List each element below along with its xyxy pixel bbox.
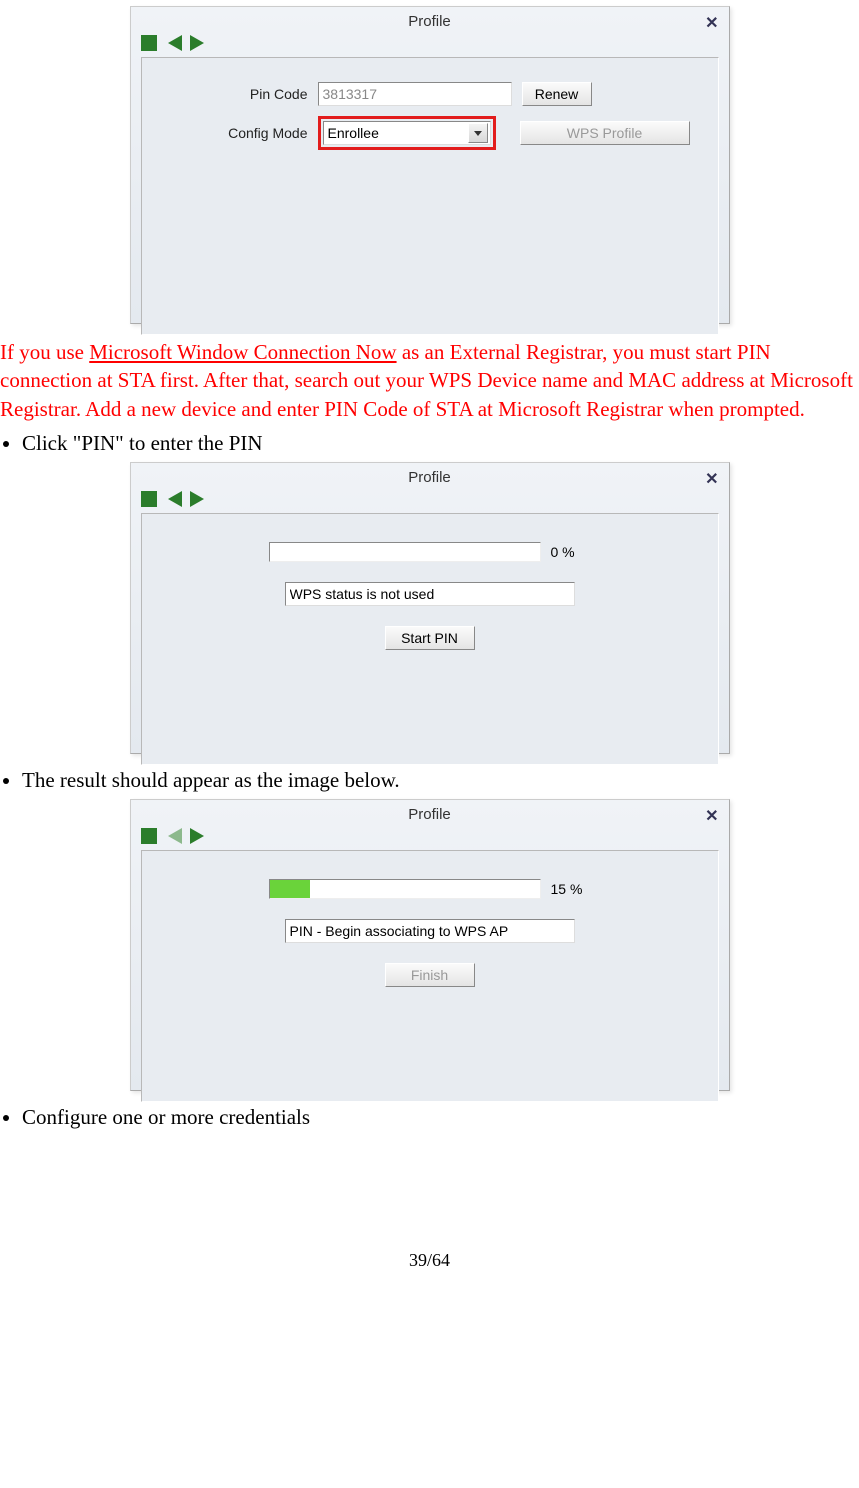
config-mode-highlight: Enrollee	[318, 116, 496, 150]
pin-code-input[interactable]	[318, 82, 512, 106]
progress-bar	[269, 542, 541, 562]
bullet-click-pin: Click "PIN" to enter the PIN	[22, 431, 859, 456]
nav-row	[131, 825, 729, 850]
dialog-1-wrap: Profile ✕ Pin Code Renew Config Mode	[0, 6, 859, 324]
config-mode-label: Config Mode	[158, 125, 318, 141]
config-mode-select[interactable]: Enrollee	[323, 121, 491, 145]
forward-arrow-icon[interactable]	[190, 35, 204, 51]
progress-percent: 15 %	[551, 881, 591, 897]
wps-status-field	[285, 582, 575, 606]
progress-row: 15 %	[269, 879, 591, 899]
page-number: 39/64	[0, 1250, 859, 1271]
back-arrow-icon[interactable]	[168, 491, 182, 507]
dialog-profile-config: Profile ✕ Pin Code Renew Config Mode	[130, 6, 730, 324]
forward-arrow-icon[interactable]	[190, 491, 204, 507]
page-container: Profile ✕ Pin Code Renew Config Mode	[0, 6, 859, 1271]
warning-prefix: If you use	[0, 340, 89, 364]
ms-connection-now-link: Microsoft Window Connection Now	[89, 340, 396, 364]
dialog-title: Profile	[131, 800, 729, 825]
back-arrow-icon[interactable]	[168, 828, 182, 844]
back-arrow-icon[interactable]	[168, 35, 182, 51]
forward-arrow-icon[interactable]	[190, 828, 204, 844]
progress-percent: 0 %	[551, 544, 591, 560]
wps-status-field	[285, 919, 575, 943]
stop-icon[interactable]	[141, 828, 157, 844]
bullet-result-image: The result should appear as the image be…	[22, 768, 859, 793]
close-icon[interactable]: ✕	[705, 469, 718, 489]
progress-row: 0 %	[269, 542, 591, 562]
pin-code-label: Pin Code	[158, 86, 318, 102]
renew-button[interactable]: Renew	[522, 82, 592, 106]
dialog-title: Profile	[131, 463, 729, 488]
inner-panel: 15 % Finish	[141, 850, 719, 1102]
chevron-down-icon	[474, 131, 482, 136]
inner-panel: Pin Code Renew Config Mode Enrollee WPS …	[141, 57, 719, 335]
config-row: Config Mode Enrollee WPS Profile	[158, 116, 702, 150]
nav-row	[131, 32, 729, 57]
nav-row	[131, 488, 729, 513]
dialog-2-wrap: Profile ✕ 0 % Start PIN	[0, 462, 859, 754]
pin-row: Pin Code Renew	[158, 82, 702, 106]
stop-icon[interactable]	[141, 491, 157, 507]
dialog-3-wrap: Profile ✕ 15 % Finish	[0, 799, 859, 1091]
dialog-profile-startpin: Profile ✕ 0 % Start PIN	[130, 462, 730, 754]
stop-icon[interactable]	[141, 35, 157, 51]
close-icon[interactable]: ✕	[705, 13, 718, 33]
dialog-title: Profile	[131, 7, 729, 32]
dialog-profile-finish: Profile ✕ 15 % Finish	[130, 799, 730, 1091]
wps-profile-button[interactable]: WPS Profile	[520, 121, 690, 145]
dropdown-icon[interactable]	[468, 123, 488, 143]
config-mode-value: Enrollee	[328, 125, 379, 141]
inner-panel: 0 % Start PIN	[141, 513, 719, 765]
start-pin-button[interactable]: Start PIN	[385, 626, 475, 650]
progress-bar	[269, 879, 541, 899]
button-row: Finish	[385, 963, 475, 987]
button-row: Start PIN	[385, 626, 475, 650]
progress-fill	[270, 880, 311, 898]
warning-paragraph: If you use Microsoft Window Connection N…	[0, 338, 859, 423]
finish-button[interactable]: Finish	[385, 963, 475, 987]
bullet-configure-credentials: Configure one or more credentials	[22, 1105, 859, 1130]
close-icon[interactable]: ✕	[705, 806, 718, 826]
